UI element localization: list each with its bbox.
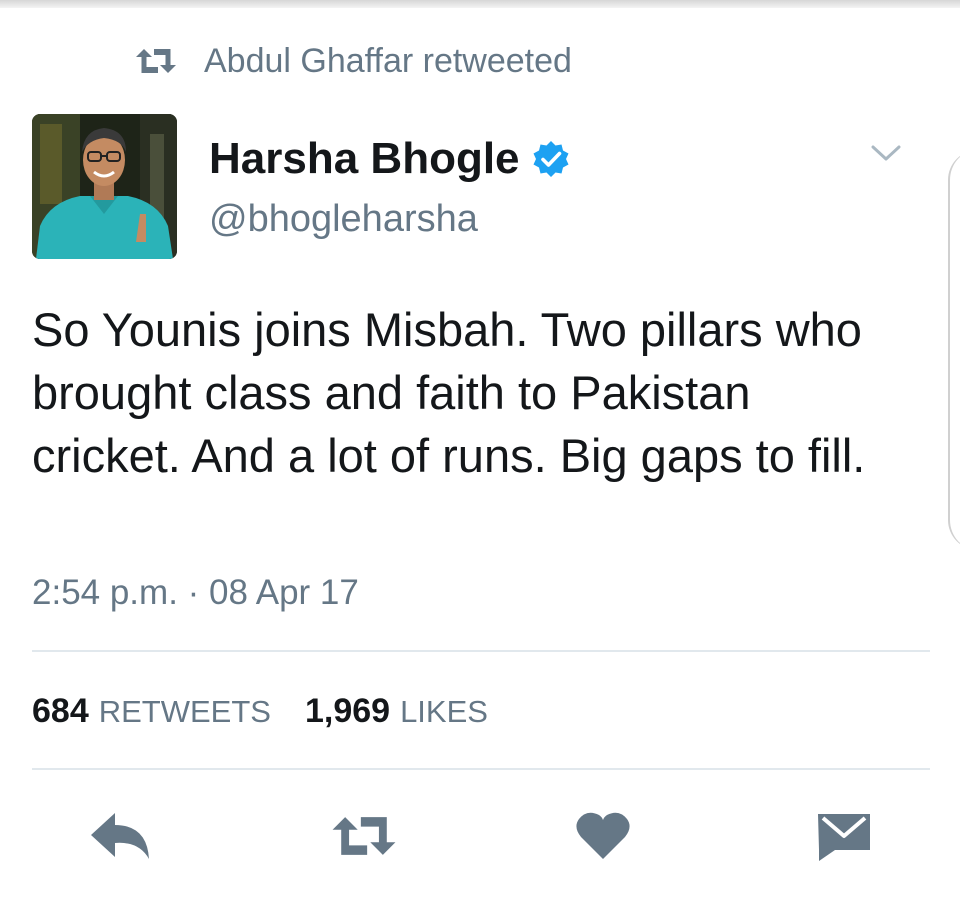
- divider: [32, 650, 930, 652]
- retweet-icon: [332, 817, 396, 855]
- screen-edge: [948, 150, 960, 550]
- tweet-text: So Younis joins Misbah. Two pillars who …: [32, 303, 866, 482]
- retweet-button[interactable]: [326, 808, 402, 864]
- top-divider: [0, 0, 960, 8]
- tweet-timestamp[interactable]: 2:54 p.m. · 08 Apr 17: [32, 573, 359, 613]
- likes-count[interactable]: 1,969: [305, 692, 390, 731]
- author-handle[interactable]: @bhogleharsha: [209, 198, 478, 241]
- retweet-icon: [136, 49, 176, 73]
- retweets-count[interactable]: 684: [32, 692, 89, 731]
- retweets-label[interactable]: RETWEETS: [99, 694, 271, 730]
- retweet-context: Abdul Ghaffar retweeted: [134, 40, 572, 82]
- likes-label[interactable]: LIKES: [400, 694, 488, 730]
- chevron-down-icon[interactable]: [870, 142, 902, 164]
- retweet-context-label[interactable]: Abdul Ghaffar retweeted: [204, 42, 572, 81]
- direct-message-button[interactable]: [814, 808, 874, 864]
- heart-icon: [576, 812, 630, 859]
- author-name-row[interactable]: Harsha Bhogle: [209, 134, 570, 184]
- reply-icon: [91, 813, 149, 859]
- verified-badge-icon: [533, 141, 569, 177]
- like-button[interactable]: [574, 808, 632, 864]
- author-name[interactable]: Harsha Bhogle: [209, 134, 520, 184]
- tweet-stats: 684 RETWEETS 1,969 LIKES: [32, 692, 522, 731]
- avatar[interactable]: [32, 114, 177, 259]
- divider: [32, 768, 930, 770]
- message-icon: [818, 814, 870, 861]
- reply-button[interactable]: [88, 808, 152, 864]
- avatar-image: [32, 114, 177, 259]
